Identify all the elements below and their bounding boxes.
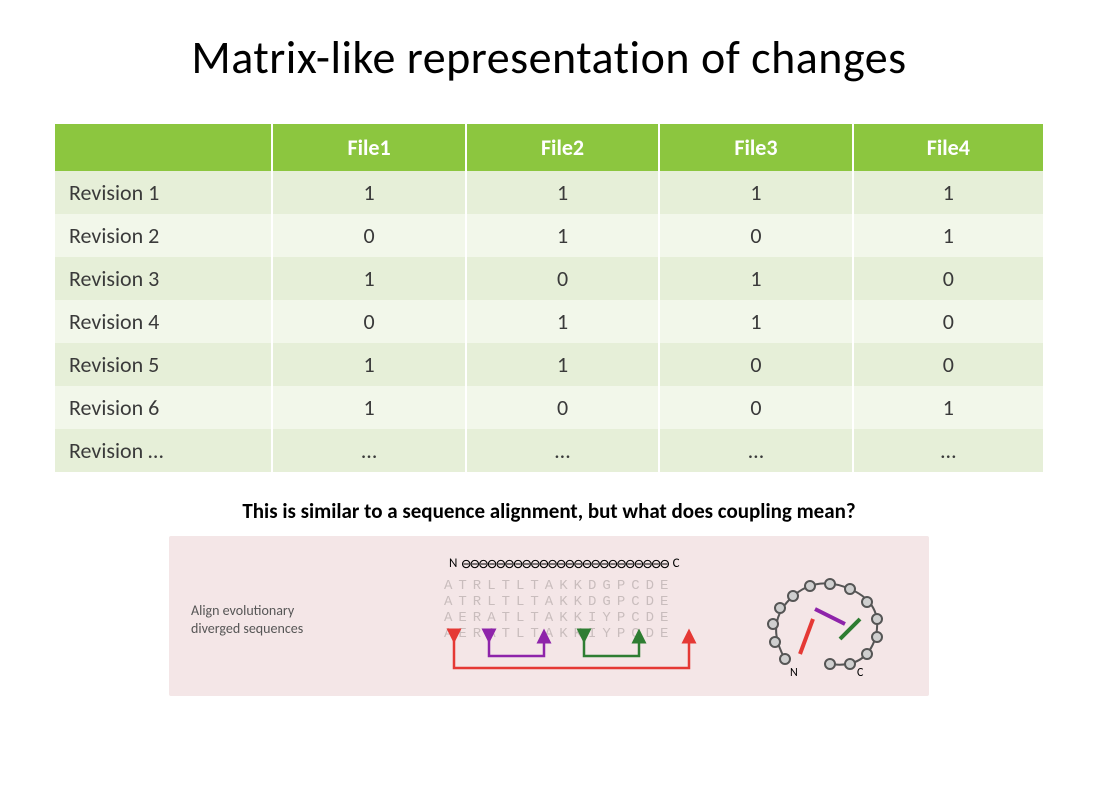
mol-c-label: C xyxy=(857,666,864,680)
cell: 0 xyxy=(272,300,465,343)
align-label-line2: diverged sequences xyxy=(191,620,303,637)
header-file4: File4 xyxy=(853,124,1043,171)
table-body: Revision 1 1 1 1 1 Revision 2 0 1 0 1 Re… xyxy=(55,171,1043,472)
cell: 1 xyxy=(466,214,659,257)
row-label: Revision 1 xyxy=(55,171,272,214)
table-row: Revision 6 1 0 0 1 xyxy=(55,386,1043,429)
cell: 1 xyxy=(853,386,1043,429)
coupling-arrows-icon xyxy=(434,628,714,683)
table-row: Revision 2 0 1 0 1 xyxy=(55,214,1043,257)
row-label: Revision 5 xyxy=(55,343,272,386)
cell: 0 xyxy=(659,214,852,257)
cell: 0 xyxy=(272,214,465,257)
slide-container: Matrix-like representation of changes Fi… xyxy=(0,0,1098,788)
chain-beads: ⊖⊖⊖⊖⊖⊖⊖⊖⊖⊖⊖⊖⊖⊖⊖⊖⊖⊖⊖⊖⊖⊖⊖⊖ xyxy=(461,554,668,573)
table-row: Revision … … … … … xyxy=(55,429,1043,472)
cell: 0 xyxy=(659,343,852,386)
cell: 1 xyxy=(272,171,465,214)
cell: 1 xyxy=(272,257,465,300)
folded-protein-icon: N C xyxy=(755,564,905,684)
cell: … xyxy=(853,429,1043,472)
row-label: Revision 4 xyxy=(55,300,272,343)
cell: 0 xyxy=(853,343,1043,386)
cell: 1 xyxy=(853,171,1043,214)
cell: 1 xyxy=(659,300,852,343)
cell: 0 xyxy=(853,300,1043,343)
caption-text: This is similar to a sequence alignment,… xyxy=(55,498,1043,524)
cell: 0 xyxy=(466,257,659,300)
cell: … xyxy=(659,429,852,472)
table-row: Revision 1 1 1 1 1 xyxy=(55,171,1043,214)
cell: 1 xyxy=(659,257,852,300)
cell: 1 xyxy=(466,343,659,386)
row-label: Revision … xyxy=(55,429,272,472)
table-row: Revision 4 0 1 1 0 xyxy=(55,300,1043,343)
cell: 1 xyxy=(659,171,852,214)
cell: 0 xyxy=(853,257,1043,300)
seq-line: ATRLTLTAKKDGPCDE xyxy=(444,594,674,610)
table-row: Revision 5 1 1 0 0 xyxy=(55,343,1043,386)
table-row: Revision 3 1 0 1 0 xyxy=(55,257,1043,300)
cell: 0 xyxy=(659,386,852,429)
cell: 1 xyxy=(466,300,659,343)
chain-n-terminus: N xyxy=(449,556,457,571)
cell: 1 xyxy=(272,343,465,386)
mol-n-label: N xyxy=(790,666,798,680)
row-label: Revision 3 xyxy=(55,257,272,300)
cell: 1 xyxy=(272,386,465,429)
cell: … xyxy=(272,429,465,472)
protein-chain: N ⊖⊖⊖⊖⊖⊖⊖⊖⊖⊖⊖⊖⊖⊖⊖⊖⊖⊖⊖⊖⊖⊖⊖⊖ C xyxy=(449,554,680,573)
cell: 1 xyxy=(853,214,1043,257)
row-label: Revision 6 xyxy=(55,386,272,429)
sequence-alignment-diagram: Align evolutionary diverged sequences N … xyxy=(169,536,929,696)
seq-line: ATRLTLTAKKDGPCDE xyxy=(444,578,674,594)
header-blank xyxy=(55,124,272,171)
cell: 0 xyxy=(466,386,659,429)
chain-c-terminus: C xyxy=(673,556,680,571)
revision-matrix-table: File1 File2 File3 File4 Revision 1 1 1 1… xyxy=(55,124,1043,472)
table-header-row: File1 File2 File3 File4 xyxy=(55,124,1043,171)
row-label: Revision 2 xyxy=(55,214,272,257)
slide-title: Matrix-like representation of changes xyxy=(55,30,1043,86)
align-label: Align evolutionary diverged sequences xyxy=(191,602,303,637)
header-file1: File1 xyxy=(272,124,465,171)
seq-line: AERATLTAKKIYPCDE xyxy=(444,610,674,626)
header-file2: File2 xyxy=(466,124,659,171)
header-file3: File3 xyxy=(659,124,852,171)
align-label-line1: Align evolutionary xyxy=(191,602,294,619)
cell: … xyxy=(466,429,659,472)
cell: 1 xyxy=(466,171,659,214)
